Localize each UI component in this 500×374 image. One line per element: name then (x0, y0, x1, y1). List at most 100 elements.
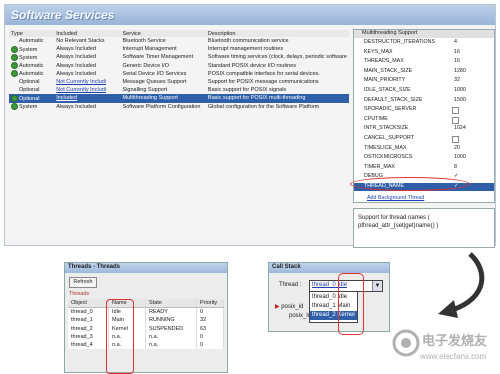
service-row[interactable]: Automatic Always Included Serial Device I/… (9, 70, 349, 78)
property-row[interactable]: OSTICKMICROSCS 1000 (354, 154, 494, 162)
thread-object: thread_4 (68, 340, 109, 350)
property-value[interactable]: 4 (454, 39, 457, 45)
property-name: KEYS_MAX (364, 48, 393, 55)
thread-object: thread_1 (68, 316, 109, 325)
property-value[interactable]: 1500 (454, 97, 466, 103)
software-services-window: Software Services Type Included Service … (4, 4, 496, 248)
refresh-button[interactable]: Refresh (69, 277, 97, 288)
service-included: Always Included (56, 54, 96, 61)
thread-names-highlight (338, 273, 364, 335)
property-row[interactable]: IDLE_STACK_SIZE 1000 (354, 87, 494, 95)
service-row[interactable]: Optional Not Currently Includi Signalling … (9, 86, 349, 94)
property-row[interactable]: KEYS_MAX 16 (354, 49, 494, 57)
frame-label: posix_id (281, 304, 304, 310)
service-name: Software Platform Configuration (122, 103, 201, 110)
property-name: MAIN_PRIORITY (364, 77, 406, 84)
property-name: TIMER_MAX (364, 163, 395, 170)
service-type-cell: Automatic (9, 70, 54, 78)
threads-title-bar: Threads - Threads (65, 263, 227, 273)
service-status-icon (11, 94, 18, 102)
service-description: Software timing services (clock, delays,… (207, 54, 347, 61)
service-type: Optional (19, 79, 40, 86)
window-title: Software Services (11, 8, 115, 22)
service-name: Signalling Support (122, 87, 168, 94)
property-value[interactable]: 1024 (454, 125, 466, 131)
property-value[interactable]: 16 (454, 58, 460, 64)
service-description: Bluetooth communication service (207, 38, 289, 45)
add-background-thread-link[interactable]: Add Background Thread (367, 195, 424, 201)
service-row[interactable]: Automatic No Relevant Stacks Bluetooth Ser… (9, 37, 349, 45)
property-value[interactable]: 1000 (454, 154, 466, 160)
property-value[interactable]: 16 (454, 49, 460, 55)
property-checkbox[interactable] (452, 107, 459, 115)
service-row[interactable]: System Always Included Interrupt Managemen… (9, 45, 349, 53)
property-row[interactable]: MAIN_STACK_SIZE 1280 (354, 68, 494, 76)
property-row[interactable]: CPUTIME (354, 116, 494, 124)
call-stack-frame[interactable]: posix_lo (289, 313, 311, 319)
property-value[interactable]: 8 (454, 164, 457, 170)
thread-row[interactable]: thread_3 n.a. n.a. 0 (68, 332, 224, 341)
service-row[interactable]: System Always Included Software Platform C… (9, 103, 349, 111)
service-name: Serial Device I/O Services (122, 70, 187, 77)
call-stack-title-bar: Call Stack (269, 263, 389, 273)
property-row[interactable]: DESTRUCTOR_ITERATIONS 4 (354, 39, 494, 47)
service-type-cell: System (9, 45, 54, 53)
service-description: Standard POSIX device I/O routines (207, 62, 296, 69)
service-name: Interrupt Management (122, 46, 177, 53)
service-included[interactable]: Included (54, 94, 121, 103)
col-header-description[interactable]: Description (205, 30, 349, 37)
description-line-1: Support for thread names ( (358, 215, 430, 221)
service-type-cell: Automatic (9, 37, 54, 45)
service-type: Automatic (19, 38, 44, 45)
thread-row[interactable]: thread_0 Idle READY 0 (68, 307, 224, 317)
service-row[interactable]: Optional Included Multithreading Support Ba… (9, 94, 349, 103)
property-row[interactable]: TIMESLICE_MAX 20 (354, 145, 494, 153)
col-header-state[interactable]: State (145, 299, 197, 309)
service-description: Basic support for POSIX multi-threading (205, 94, 349, 103)
property-value[interactable]: 1280 (454, 68, 466, 74)
property-name: DESTRUCTOR_ITERATIONS (364, 39, 436, 45)
property-name: SPORADIC_SERVER (364, 106, 417, 113)
property-row[interactable]: INTR_STACKSIZE 1024 (354, 125, 494, 133)
col-header-priority[interactable]: Priority (196, 299, 224, 309)
thread-priority: 0 (196, 332, 224, 341)
property-row[interactable]: DEFAULT_STACK_SIZE 1500 (354, 97, 494, 105)
property-value[interactable]: 1000 (454, 87, 466, 93)
col-header-object[interactable]: Object (68, 299, 109, 309)
property-value[interactable]: 32 (454, 77, 460, 83)
thread-row[interactable]: thread_2 Kernel SUSPENDED 63 (68, 324, 224, 333)
service-description: Interrupt management routines (207, 46, 284, 53)
service-type-cell: Optional (9, 78, 54, 86)
service-row[interactable]: System Always Included Software Timer Mana… (9, 53, 349, 61)
property-row[interactable]: THREADS_MAX 16 (354, 58, 494, 66)
service-row[interactable]: Automatic Always Included Generic Device I… (9, 62, 349, 70)
col-header-type[interactable]: Type (9, 30, 55, 37)
service-included: Always Included (56, 46, 96, 53)
property-row[interactable]: CANCEL_SUPPORT (354, 135, 494, 143)
thread-row[interactable]: thread_1 Main RUNNING 32 (68, 316, 224, 325)
property-checkbox[interactable] (452, 116, 459, 124)
property-row[interactable]: MAIN_PRIORITY 32 (354, 77, 494, 85)
thread-object: thread_2 (68, 324, 109, 333)
service-included[interactable]: Not Currently Includi (54, 86, 120, 94)
service-row[interactable]: Optional Not Currently Includi Message Que… (9, 78, 349, 86)
call-stack-frame[interactable]: ▶ posix_id (275, 303, 303, 310)
chevron-down-icon[interactable]: ▼ (372, 281, 382, 291)
thread-object: thread_3 (68, 332, 109, 341)
service-included[interactable]: Not Currently Includi (54, 78, 120, 86)
service-status-icon (11, 53, 18, 61)
thread-state: n.a. (145, 332, 197, 341)
property-row[interactable]: TIMER_MAX 8 (354, 164, 494, 172)
threads-title: Threads - Threads (68, 264, 121, 270)
services-header-row: Type Included Service Description (9, 30, 349, 37)
property-value[interactable]: 20 (454, 145, 460, 151)
property-description: Support for thread names ( pthread_attr_… (358, 214, 438, 230)
property-name: DEFAULT_STACK_SIZE (364, 96, 423, 103)
col-header-included[interactable]: Included (54, 30, 121, 37)
threads-table: Object Name State Priority thread_0 Idle R… (68, 299, 224, 350)
property-checkbox[interactable] (452, 136, 459, 143)
property-row[interactable]: SPORADIC_SERVER (354, 106, 494, 115)
curved-arrow-icon (438, 252, 485, 318)
thread-row[interactable]: thread_4 n.a. n.a. 0 (68, 340, 224, 350)
col-header-service[interactable]: Service (120, 30, 206, 37)
